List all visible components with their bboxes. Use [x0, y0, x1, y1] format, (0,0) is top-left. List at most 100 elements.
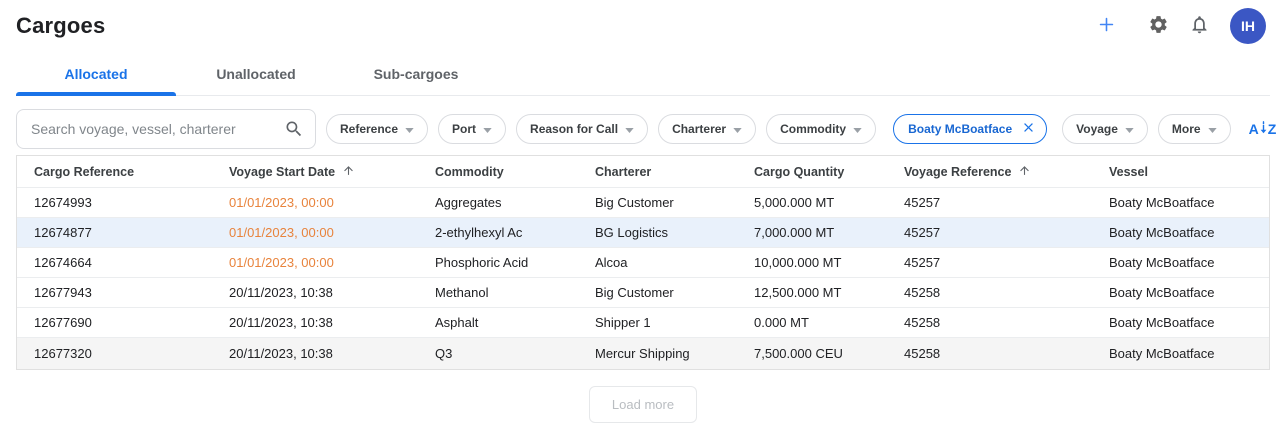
chip-label: Boaty McBoatface	[908, 122, 1012, 136]
chip-label: Reason for Call	[530, 122, 618, 136]
cell-cargo-reference: 12677690	[34, 315, 229, 330]
tab-allocated[interactable]: Allocated	[16, 57, 176, 95]
column-label: Voyage Reference	[904, 165, 1011, 179]
filter-chip-reference[interactable]: Reference	[326, 114, 428, 144]
chevron-down-icon	[405, 122, 414, 136]
chevron-down-icon	[1125, 122, 1134, 136]
chip-label: Voyage	[1076, 122, 1118, 136]
chevron-down-icon	[1208, 122, 1217, 136]
chip-label: Port	[452, 122, 476, 136]
page-title: Cargoes	[16, 13, 105, 39]
sort-ascending-icon	[342, 164, 355, 180]
filter-chip-port[interactable]: Port	[438, 114, 506, 144]
cell-cargo-reference: 12677320	[34, 346, 229, 361]
tab-unallocated[interactable]: Unallocated	[176, 57, 336, 95]
cell-cargo-reference: 12674993	[34, 195, 229, 210]
cell-vessel: Boaty McBoatface	[1109, 225, 1269, 240]
column-header-charterer[interactable]: Charterer	[595, 165, 754, 179]
table-row[interactable]: 12677943 20/11/2023, 10:38 Methanol Big …	[17, 278, 1269, 308]
chip-label: Commodity	[780, 122, 846, 136]
sort-alphabetical-button[interactable]: A Z	[1249, 120, 1277, 138]
cell-commodity: Methanol	[435, 285, 595, 300]
table-row[interactable]: 12677690 20/11/2023, 10:38 Asphalt Shipp…	[17, 308, 1269, 338]
filter-chip-more[interactable]: More	[1158, 114, 1231, 144]
bell-icon	[1189, 14, 1210, 38]
column-header-commodity[interactable]: Commodity	[435, 165, 595, 179]
cell-charterer: Shipper 1	[595, 315, 754, 330]
table-row[interactable]: 12674993 01/01/2023, 00:00 Aggregates Bi…	[17, 188, 1269, 218]
column-header-vessel[interactable]: Vessel	[1109, 165, 1269, 179]
table-row[interactable]: 12674664 01/01/2023, 00:00 Phosphoric Ac…	[17, 248, 1269, 278]
filter-chip-charterer[interactable]: Charterer	[658, 114, 756, 144]
notifications-button[interactable]	[1189, 14, 1210, 38]
cell-vessel: Boaty McBoatface	[1109, 315, 1269, 330]
cell-vessel: Boaty McBoatface	[1109, 195, 1269, 210]
cell-charterer: Big Customer	[595, 195, 754, 210]
filter-chip-commodity[interactable]: Commodity	[766, 114, 876, 144]
column-label: Charterer	[595, 165, 651, 179]
cell-voyage-start-date: 20/11/2023, 10:38	[229, 285, 435, 300]
column-header-voyage-reference[interactable]: Voyage Reference	[904, 164, 1109, 180]
table-row[interactable]: 12674877 01/01/2023, 00:00 2-ethylhexyl …	[17, 218, 1269, 248]
cell-vessel: Boaty McBoatface	[1109, 255, 1269, 270]
column-label: Cargo Quantity	[754, 165, 844, 179]
tab-bar: Allocated Unallocated Sub-cargoes	[16, 57, 1270, 96]
cell-voyage-reference: 45257	[904, 195, 1109, 210]
search-icon[interactable]	[284, 119, 304, 144]
cell-cargo-quantity: 7,500.000 CEU	[754, 346, 904, 361]
chevron-down-icon	[853, 122, 862, 136]
cell-voyage-start-date: 01/01/2023, 00:00	[229, 195, 435, 210]
chevron-down-icon	[483, 122, 492, 136]
load-more-button[interactable]: Load more	[589, 386, 697, 423]
cell-voyage-reference: 45257	[904, 225, 1109, 240]
sort-letter-a: A	[1249, 121, 1259, 137]
add-cargo-button[interactable]	[1097, 15, 1116, 37]
filter-chip-vessel-boaty-mcboatface[interactable]: Boaty McBoatface	[893, 114, 1047, 144]
avatar-initials: IH	[1241, 18, 1255, 34]
cell-voyage-start-date: 20/11/2023, 10:38	[229, 346, 435, 361]
cell-charterer: Big Customer	[595, 285, 754, 300]
tab-sub-cargoes[interactable]: Sub-cargoes	[336, 57, 496, 95]
tab-label: Unallocated	[216, 66, 295, 82]
close-icon[interactable]	[1021, 120, 1036, 138]
column-label: Vessel	[1109, 165, 1148, 179]
column-header-voyage-start-date[interactable]: Voyage Start Date	[229, 164, 435, 180]
cell-vessel: Boaty McBoatface	[1109, 346, 1269, 361]
plus-icon	[1097, 15, 1116, 37]
cell-cargo-reference: 12677943	[34, 285, 229, 300]
filter-chip-reason-for-call[interactable]: Reason for Call	[516, 114, 648, 144]
cell-cargo-reference: 12674877	[34, 225, 229, 240]
cell-voyage-reference: 45258	[904, 346, 1109, 361]
column-label: Cargo Reference	[34, 165, 134, 179]
column-header-cargo-reference[interactable]: Cargo Reference	[34, 165, 229, 179]
top-bar: Cargoes IH	[0, 0, 1286, 44]
table-header-row: Cargo Reference Voyage Start Date Commod…	[17, 156, 1269, 188]
cell-commodity: Asphalt	[435, 315, 595, 330]
settings-button[interactable]	[1148, 14, 1169, 38]
cell-commodity: Phosphoric Acid	[435, 255, 595, 270]
sort-letter-z: Z	[1268, 121, 1277, 137]
cell-commodity: Q3	[435, 346, 595, 361]
search-input[interactable]	[16, 109, 316, 149]
cell-cargo-reference: 12674664	[34, 255, 229, 270]
column-header-cargo-quantity[interactable]: Cargo Quantity	[754, 165, 904, 179]
search-field	[16, 109, 316, 149]
table-row[interactable]: 12677320 20/11/2023, 10:38 Q3 Mercur Shi…	[17, 338, 1269, 369]
load-more-container: Load more	[0, 386, 1286, 423]
topbar-actions: IH	[1097, 8, 1266, 44]
cell-cargo-quantity: 10,000.000 MT	[754, 255, 904, 270]
sort-ascending-icon	[1018, 164, 1031, 180]
cell-voyage-start-date: 01/01/2023, 00:00	[229, 225, 435, 240]
cell-charterer: Mercur Shipping	[595, 346, 754, 361]
sort-arrow-icon	[1260, 120, 1267, 138]
cell-charterer: BG Logistics	[595, 225, 754, 240]
chevron-down-icon	[625, 122, 634, 136]
avatar[interactable]: IH	[1230, 8, 1266, 44]
chip-label: Charterer	[672, 122, 726, 136]
cell-voyage-reference: 45257	[904, 255, 1109, 270]
filter-bar: Reference Port Reason for Call Charterer…	[16, 109, 1270, 149]
cell-vessel: Boaty McBoatface	[1109, 285, 1269, 300]
cell-cargo-quantity: 0.000 MT	[754, 315, 904, 330]
gear-icon	[1148, 14, 1169, 38]
filter-chip-voyage[interactable]: Voyage	[1062, 114, 1148, 144]
